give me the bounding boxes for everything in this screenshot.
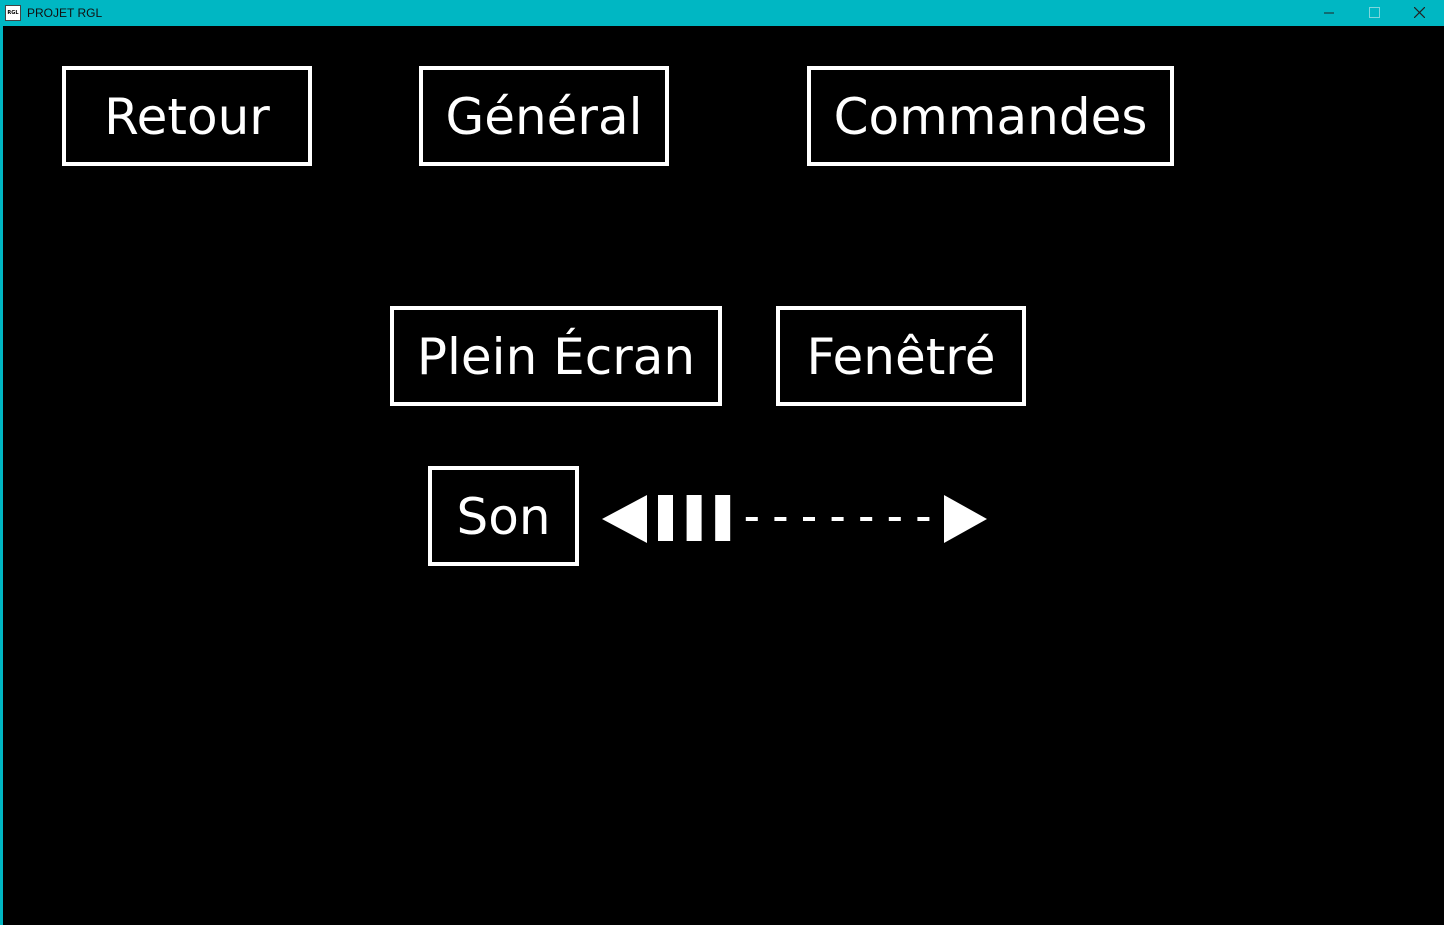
title-bar[interactable]: RGL PROJET RGL — [0, 0, 1444, 26]
minimize-icon — [1324, 12, 1334, 14]
sound-label-box: Son — [428, 466, 579, 566]
volume-slider[interactable] — [600, 490, 992, 546]
volume-level-empty — [888, 517, 901, 521]
app-window: RGL PROJET RGL Retour Général Commandes — [0, 0, 1444, 925]
volume-level-filled — [715, 495, 731, 541]
back-button-label: Retour — [104, 88, 270, 146]
fullscreen-button[interactable]: Plein Écran — [390, 306, 722, 406]
volume-level-empty — [917, 517, 930, 521]
maximize-icon — [1369, 7, 1380, 18]
general-tab-label: Général — [445, 88, 643, 146]
back-button[interactable]: Retour — [62, 66, 312, 166]
volume-level-empty — [831, 517, 844, 521]
maximize-button[interactable] — [1352, 0, 1397, 26]
commands-tab-label: Commandes — [833, 88, 1148, 146]
window-left-border — [0, 26, 3, 925]
volume-levels — [658, 495, 930, 541]
volume-increase-icon[interactable] — [944, 495, 987, 543]
volume-decrease-icon[interactable] — [602, 495, 647, 543]
minimize-button[interactable] — [1307, 0, 1352, 26]
volume-level-empty — [860, 517, 873, 521]
volume-level-filled — [658, 495, 673, 541]
volume-level-empty — [774, 517, 787, 521]
window-title: PROJET RGL — [27, 6, 103, 20]
windowed-button-label: Fenêtré — [806, 328, 996, 386]
close-button[interactable] — [1397, 0, 1442, 26]
commands-tab-button[interactable]: Commandes — [807, 66, 1174, 166]
close-icon — [1414, 7, 1425, 18]
volume-level-filled — [686, 495, 702, 541]
general-tab-button[interactable]: Général — [419, 66, 669, 166]
windowed-button[interactable]: Fenêtré — [776, 306, 1026, 406]
volume-slider-graphic — [602, 495, 987, 543]
sound-label: Son — [456, 488, 551, 546]
fullscreen-button-label: Plein Écran — [416, 328, 696, 386]
app-icon: RGL — [5, 5, 21, 21]
volume-level-empty — [745, 517, 758, 521]
volume-level-empty — [803, 517, 815, 521]
